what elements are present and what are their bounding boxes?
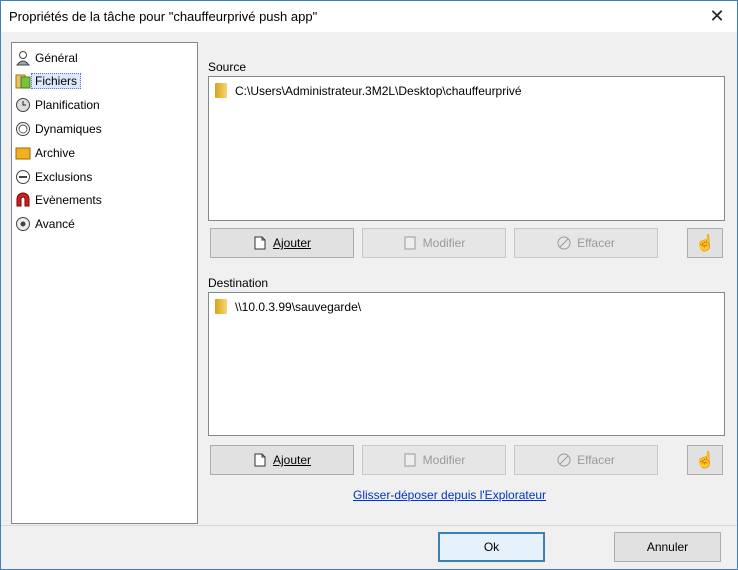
sync-icon [15, 121, 31, 137]
source-edit-button[interactable]: Modifier [362, 228, 506, 258]
drag-drop-explorer-link[interactable]: Glisser-déposer depuis l'Explorateur [353, 488, 546, 502]
magnet-icon [15, 192, 31, 208]
new-file-icon [253, 453, 267, 467]
clock-icon [15, 97, 31, 113]
sidebar-item-label: Archive [35, 145, 76, 160]
destination-edit-button[interactable]: Modifier [362, 445, 506, 475]
destination-delete-label: Effacer [577, 453, 615, 467]
sidebar-item-files[interactable]: Fichiers [15, 70, 193, 91]
sidebar-item-label: Planification [35, 97, 100, 112]
files-icon [15, 73, 31, 89]
hand-icon: ☝ [695, 452, 715, 469]
sidebar-item-archive[interactable]: Archive [15, 142, 193, 163]
delete-icon [557, 236, 571, 250]
user-icon [15, 50, 31, 66]
sidebar-item-exclusions[interactable]: Exclusions [15, 166, 193, 187]
source-list[interactable]: C:\Users\Administrateur.3M2L\Desktop\cha… [208, 76, 725, 221]
task-properties-dialog: Propriétés de la tâche pour "chauffeurpr… [0, 0, 738, 570]
ok-button[interactable]: Ok [438, 532, 545, 562]
sidebar-item-schedule[interactable]: Planification [15, 94, 193, 115]
edit-icon [403, 453, 417, 467]
cancel-button[interactable]: Annuler [614, 532, 721, 562]
new-file-icon [253, 236, 267, 250]
window-title: Propriétés de la tâche pour "chauffeurpr… [9, 9, 318, 24]
sidebar-item-label: Dynamiques [35, 121, 102, 136]
source-add-label: Ajouter [272, 236, 312, 250]
hand-icon: ☝ [695, 235, 715, 252]
sidebar-item-label: Avancé [35, 216, 75, 231]
destination-path-item[interactable]: \\10.0.3.99\sauvegarde\ [215, 299, 361, 314]
minus-circle-icon [15, 169, 31, 185]
source-delete-label: Effacer [577, 236, 615, 250]
footer-separator [1, 525, 737, 526]
folder-icon [215, 299, 227, 314]
destination-add-label: Ajouter [272, 453, 312, 467]
sidebar-item-label: Fichiers [31, 72, 82, 89]
destination-path: \\10.0.3.99\sauvegarde\ [235, 299, 362, 314]
source-pick-button[interactable]: ☝ [687, 228, 723, 258]
edit-icon [403, 236, 417, 250]
destination-pick-button[interactable]: ☝ [687, 445, 723, 475]
delete-icon [557, 453, 571, 467]
sidebar-item-events[interactable]: Evènements [15, 189, 193, 210]
source-edit-label: Modifier [422, 236, 466, 250]
destination-edit-label: Modifier [422, 453, 466, 467]
title-bar: Propriétés de la tâche pour "chauffeurpr… [1, 1, 737, 32]
sidebar: Général Fichiers Planification Dynamique… [11, 42, 198, 524]
source-path-item[interactable]: C:\Users\Administrateur.3M2L\Desktop\cha… [215, 83, 522, 98]
destination-add-button[interactable]: Ajouter [210, 445, 354, 475]
archive-icon [15, 145, 31, 161]
sidebar-item-general[interactable]: Général [15, 47, 193, 68]
folder-icon [215, 83, 227, 98]
source-path: C:\Users\Administrateur.3M2L\Desktop\cha… [235, 83, 522, 98]
destination-list[interactable]: \\10.0.3.99\sauvegarde\ [208, 292, 725, 436]
source-add-button[interactable]: Ajouter [210, 228, 354, 258]
source-label: Source [208, 60, 247, 74]
sidebar-item-dynamics[interactable]: Dynamiques [15, 118, 193, 139]
close-button[interactable]: ✕ [703, 5, 731, 29]
sidebar-item-advanced[interactable]: Avancé [15, 213, 193, 234]
sidebar-item-label: Evènements [35, 192, 102, 207]
source-delete-button[interactable]: Effacer [514, 228, 658, 258]
destination-delete-button[interactable]: Effacer [514, 445, 658, 475]
sidebar-item-label: Exclusions [35, 169, 93, 184]
sidebar-item-label: Général [35, 50, 78, 65]
destination-label: Destination [208, 276, 269, 290]
gear-icon [15, 216, 31, 232]
